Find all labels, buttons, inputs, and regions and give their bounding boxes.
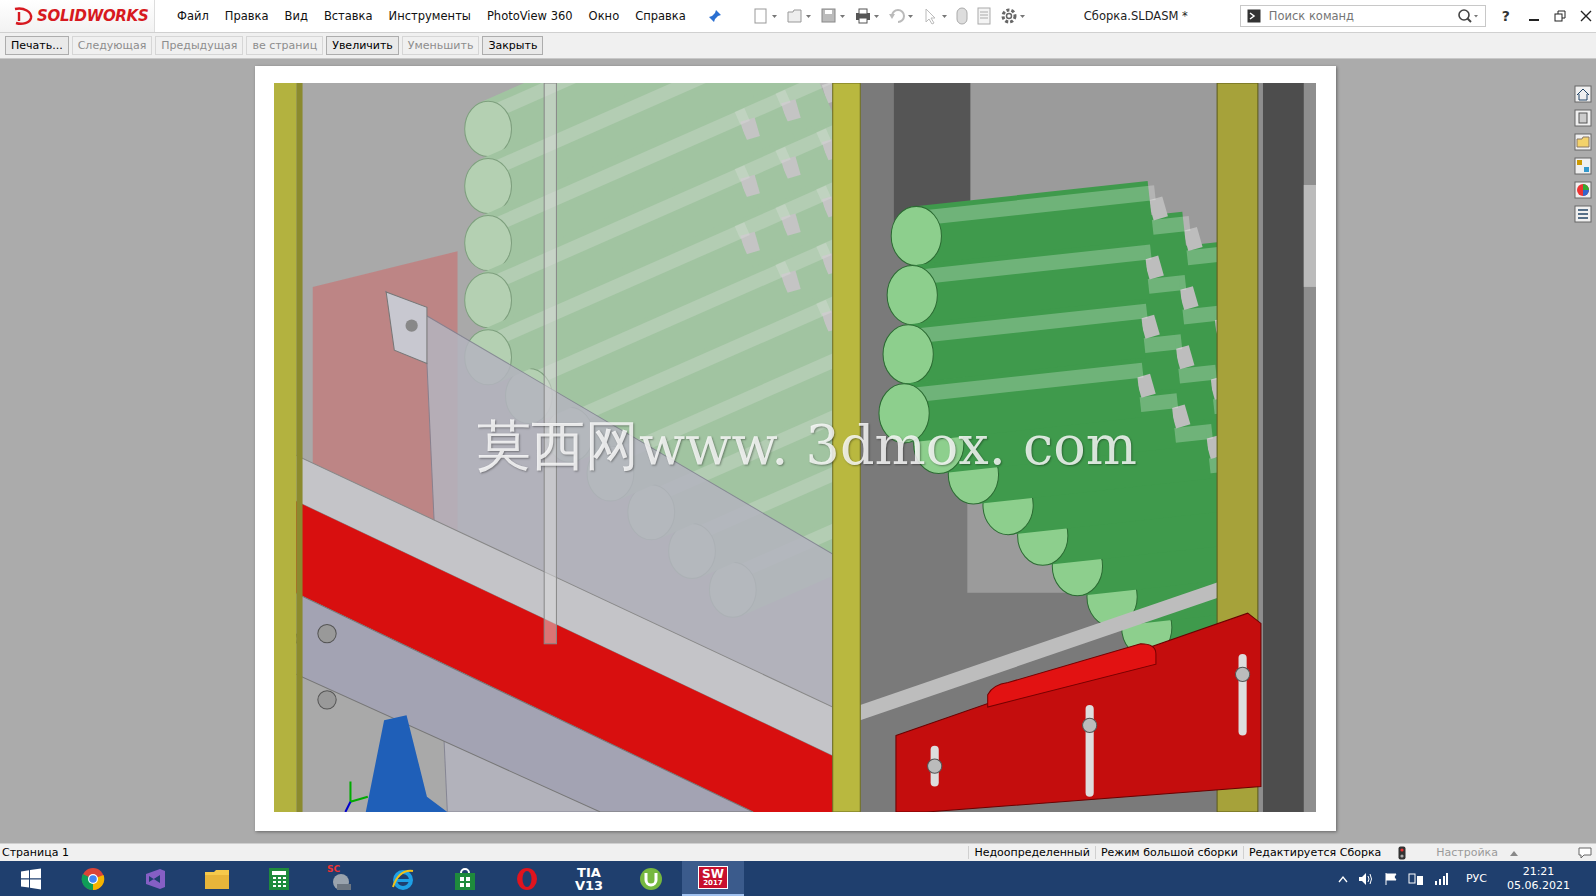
show-hidden-icons-icon[interactable] [1338, 875, 1348, 883]
menu-item[interactable]: Правка [217, 9, 277, 23]
menu-item[interactable]: PhotoView 360 [479, 9, 581, 23]
home-icon[interactable] [1574, 85, 1592, 103]
mouse-icon[interactable] [956, 7, 968, 25]
menu-item[interactable]: Вид [277, 9, 316, 23]
input-language[interactable]: РУС [1466, 872, 1487, 885]
watermark: 莫西网www. 3dmox. com [477, 410, 1137, 483]
tia-portal-icon: TIAV13 [575, 866, 603, 892]
preview-button[interactable]: Закрыть [482, 36, 543, 55]
preview-button[interactable]: ве страниц [246, 36, 323, 55]
custom-properties-icon[interactable] [1574, 205, 1592, 223]
save-icon[interactable] [820, 7, 846, 25]
open-folder-icon[interactable] [786, 7, 812, 25]
taskbar-app[interactable] [496, 861, 558, 896]
workspace: 莫西网www. 3dmox. com [0, 59, 1596, 843]
action-center-flag-icon[interactable] [1384, 872, 1398, 886]
window-controls [1528, 10, 1592, 22]
explorer-icon [204, 868, 230, 890]
task-pane-tabs [1570, 59, 1596, 843]
taskbar-app[interactable] [620, 861, 682, 896]
page-indicator: Страница 1 [0, 846, 968, 859]
help-button[interactable]: ? [1502, 8, 1510, 24]
chrome-icon [81, 867, 105, 891]
menu-item[interactable]: Инструменты [381, 9, 479, 23]
print-page: 莫西网www. 3dmox. com [255, 66, 1336, 831]
taskbar-app[interactable] [186, 861, 248, 896]
preview-button[interactable]: Предыдущая [155, 36, 243, 55]
opera-icon [515, 867, 539, 891]
taskbar-app[interactable]: SC [310, 861, 372, 896]
windows-taskbar: SC TIAV13 SW2017 РУС 21:2105.06.2021 [0, 861, 1596, 896]
settings-button[interactable]: Настройка [1406, 846, 1510, 859]
clock[interactable]: 21:2105.06.2021 [1507, 865, 1570, 893]
taskbar-app[interactable] [248, 861, 310, 896]
taskbar-app[interactable]: TIAV13 [558, 861, 620, 896]
close-icon[interactable] [1580, 10, 1592, 22]
minimize-icon[interactable] [1528, 10, 1540, 22]
taskbar-app[interactable]: SW2017 [682, 861, 744, 896]
design-library-icon[interactable] [1574, 109, 1592, 127]
status-item: Режим большой сборки [1095, 846, 1243, 859]
sc-app-icon: SC [327, 866, 355, 892]
preview-area: 莫西网www. 3dmox. com [0, 59, 1570, 843]
menu-item[interactable]: Окно [581, 9, 628, 23]
vs-icon [143, 867, 167, 891]
app-logo[interactable]: SOLIDWORKS [0, 0, 155, 32]
menu-item[interactable]: Файл [169, 9, 217, 23]
options-gear-icon[interactable] [1000, 7, 1026, 25]
status-item: Недоопределенный [968, 846, 1094, 859]
utorrent-icon [639, 867, 663, 891]
restore-icon[interactable] [1554, 10, 1566, 22]
preview-button[interactable]: Увеличить [326, 36, 399, 55]
rebuild-indicator-icon [1398, 846, 1406, 860]
view-palette-icon[interactable] [1574, 157, 1592, 175]
file-properties-icon[interactable] [976, 7, 992, 25]
status-bar: Страница 1НедоопределенныйРежим большой … [0, 843, 1596, 861]
taskbar-app[interactable] [0, 861, 62, 896]
ie-icon [391, 867, 415, 891]
file-explorer-icon[interactable] [1574, 133, 1592, 151]
undo-icon[interactable] [888, 7, 914, 25]
search-magnifier-icon[interactable] [1457, 8, 1479, 24]
preview-button[interactable]: Следующая [72, 36, 153, 55]
network-icon[interactable] [1408, 872, 1424, 886]
sc-label: SC [327, 864, 340, 874]
system-tray: РУС 21:2105.06.2021 [1338, 861, 1596, 896]
menu-item[interactable]: Справка [627, 9, 694, 23]
store-icon [454, 867, 476, 891]
print-icon[interactable] [854, 7, 880, 25]
solidworks-2017-icon: SW2017 [698, 866, 728, 889]
render-view: 莫西网www. 3dmox. com [274, 83, 1316, 812]
menu-item[interactable]: Вставка [316, 9, 381, 23]
signal-icon[interactable] [1434, 873, 1448, 885]
taskbar-app[interactable] [434, 861, 496, 896]
calc-icon [268, 867, 290, 891]
search-input[interactable] [1267, 8, 1451, 24]
expand-up-icon[interactable] [1510, 850, 1518, 856]
ds-logo-icon [12, 6, 34, 26]
new-document-icon[interactable] [752, 7, 778, 25]
standard-toolbar [752, 7, 1026, 25]
pin-icon[interactable] [708, 9, 722, 23]
menu-bar: ФайлПравкаВидВставкаИнструментыPhotoView… [155, 9, 694, 23]
command-icon [1247, 9, 1261, 23]
taskbar-app[interactable] [124, 861, 186, 896]
preview-button[interactable]: Уменьшить [402, 36, 480, 55]
status-item: Редактируется Сборка [1243, 846, 1386, 859]
taskbar-app[interactable] [372, 861, 434, 896]
title-bar: SOLIDWORKSФайлПравкаВидВставкаИнструмент… [0, 0, 1596, 33]
volume-icon[interactable] [1358, 872, 1374, 886]
select-icon[interactable] [922, 7, 948, 25]
print-preview-toolbar: Печать...СледующаяПредыдущаяве страницУв… [0, 33, 1596, 59]
preview-button[interactable]: Печать... [5, 36, 69, 55]
start-icon [20, 868, 42, 890]
taskbar-app[interactable] [62, 861, 124, 896]
chat-icon[interactable] [1578, 847, 1592, 859]
appearances-icon[interactable] [1574, 181, 1592, 199]
command-search [1240, 5, 1486, 27]
document-title: Сборка.SLDASM * [1084, 9, 1188, 23]
